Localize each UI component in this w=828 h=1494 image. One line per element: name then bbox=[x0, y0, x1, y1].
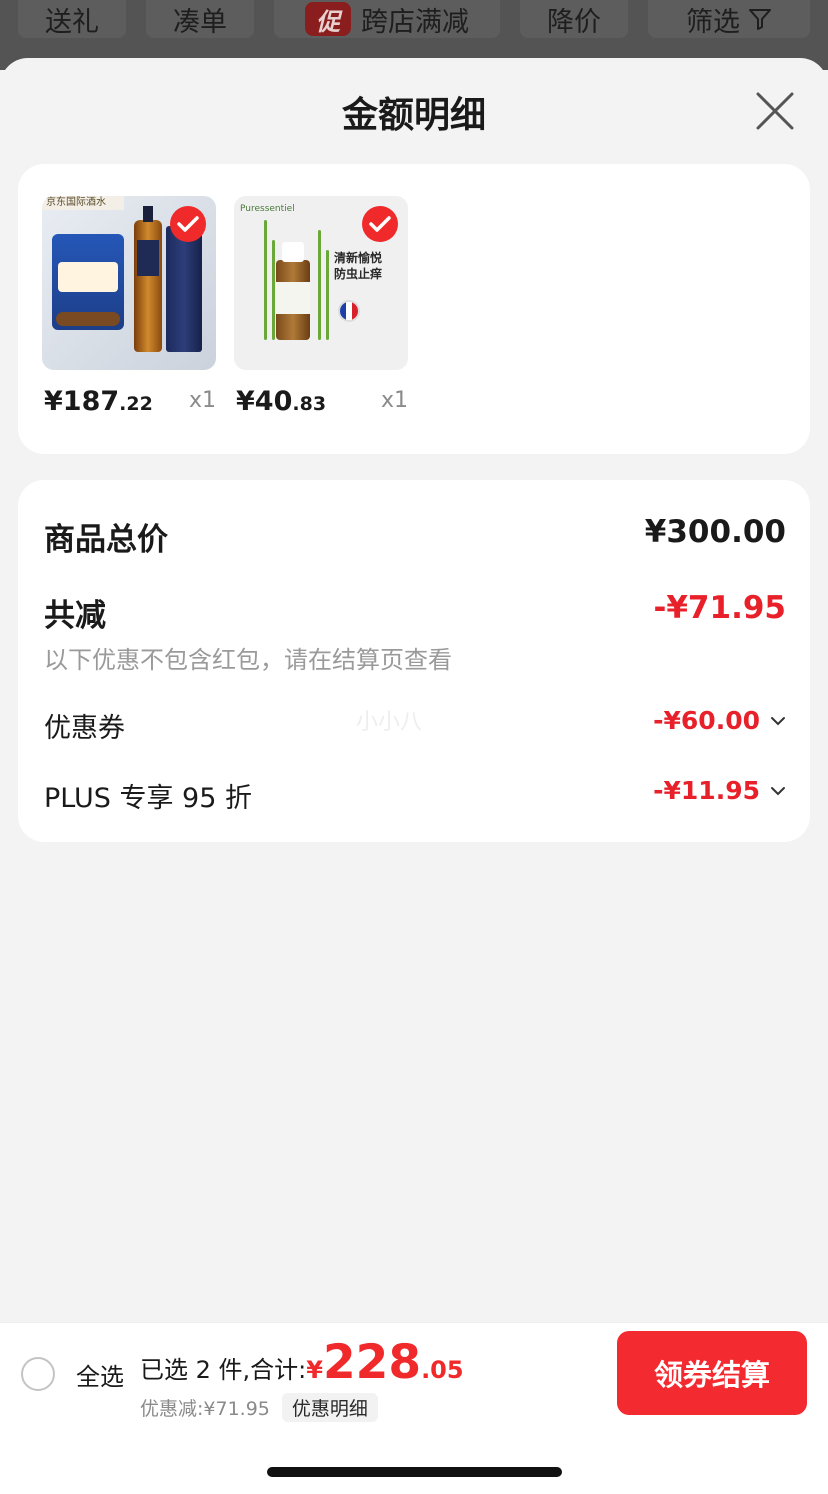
filter-screen[interactable]: 筛选 bbox=[648, 0, 810, 38]
product-price: ¥187.22 bbox=[44, 386, 153, 417]
plus-label: PLUS 专享 95 折 bbox=[44, 783, 252, 814]
product-price: ¥40.83 bbox=[236, 386, 327, 417]
discount-detail-button[interactable]: 优惠明细 bbox=[281, 1393, 378, 1422]
filter-gift[interactable]: 送礼 bbox=[18, 0, 126, 38]
select-all-radio[interactable] bbox=[21, 1357, 55, 1391]
chevron-down-icon bbox=[771, 786, 785, 795]
funnel-icon bbox=[749, 9, 771, 30]
product-art-text: 清新愉悦 防虫止痒 bbox=[334, 251, 383, 281]
plus-row[interactable]: PLUS 专享 95 折 -¥11.95 bbox=[44, 776, 786, 814]
select-all-label[interactable]: 全选 bbox=[76, 1357, 124, 1392]
product-image[interactable]: Puressentiel 清新愉悦 防虫止痒 bbox=[234, 196, 408, 370]
selected-check-icon[interactable] bbox=[362, 206, 398, 242]
home-area bbox=[0, 1422, 828, 1494]
discount-text: 优惠减:¥71.95 bbox=[140, 1398, 270, 1420]
total-amount: 228 bbox=[322, 1335, 422, 1390]
reduce-value: -¥71.95 bbox=[653, 590, 787, 626]
selected-check-icon[interactable] bbox=[170, 206, 206, 242]
close-icon[interactable] bbox=[754, 90, 796, 132]
reduce-row: 共减 -¥71.95 bbox=[44, 590, 787, 634]
summary-card: 商品总价 ¥300.00 共减 -¥71.95 以下优惠不包含红包，请在结算页查… bbox=[18, 480, 810, 842]
product-banner: 京东国际酒水 bbox=[42, 196, 124, 210]
filter-price-drop-label: 降价 bbox=[547, 6, 601, 38]
selected-total: 已选 2 件,合计: ¥ 228 .05 bbox=[140, 1335, 464, 1390]
product-qty: x1 bbox=[380, 388, 408, 413]
promo-badge: 促 bbox=[305, 2, 351, 36]
reduce-note: 以下优惠不包含红包，请在结算页查看 bbox=[44, 646, 452, 674]
discount-line: 优惠减:¥71.95 优惠明细 bbox=[140, 1393, 378, 1422]
checkout-button[interactable]: 领券结算 bbox=[617, 1331, 807, 1415]
total-value: ¥300.00 bbox=[644, 514, 786, 550]
product-item[interactable]: Puressentiel 清新愉悦 防虫止痒 ¥40.83 x1 bbox=[234, 196, 408, 417]
product-image[interactable]: 京东国际酒水 bbox=[42, 196, 216, 370]
france-flag-icon bbox=[338, 300, 360, 322]
reduce-note-row: 以下优惠不包含红包，请在结算页查看 bbox=[44, 640, 786, 674]
total-label: 商品总价 bbox=[44, 522, 168, 558]
filter-screen-label: 筛选 bbox=[686, 6, 740, 38]
filter-bundle[interactable]: 凑单 bbox=[146, 0, 254, 38]
filter-cross-store[interactable]: 促 跨店满减 bbox=[274, 0, 500, 38]
amount-detail-sheet: 金额明细 京东国际酒水 ¥187.22 x1 Puressentiel 清新愉悦… bbox=[0, 58, 828, 1494]
sheet-title: 金额明细 bbox=[341, 95, 486, 136]
checkout-bar: 全选 已选 2 件,合计: ¥ 228 .05 优惠减:¥71.95 优惠明细 … bbox=[0, 1322, 828, 1423]
coupon-row[interactable]: 优惠券 -¥60.00 bbox=[44, 706, 786, 744]
filter-price-drop[interactable]: 降价 bbox=[520, 0, 628, 38]
home-indicator[interactable] bbox=[267, 1467, 562, 1477]
product-brand: Puressentiel bbox=[240, 204, 295, 214]
filter-cross-store-label: 跨店满减 bbox=[361, 6, 469, 38]
chevron-down-icon bbox=[771, 716, 785, 725]
total-row: 商品总价 ¥300.00 bbox=[44, 514, 786, 558]
coupon-value[interactable]: -¥60.00 bbox=[653, 706, 786, 735]
product-item[interactable]: 京东国际酒水 ¥187.22 x1 bbox=[42, 196, 216, 417]
reduce-label: 共减 bbox=[44, 598, 106, 634]
plus-value[interactable]: -¥11.95 bbox=[653, 776, 786, 805]
filter-bundle-label: 凑单 bbox=[173, 6, 227, 38]
products-card: 京东国际酒水 ¥187.22 x1 Puressentiel 清新愉悦 防虫止痒… bbox=[18, 164, 810, 454]
coupon-label: 优惠券 bbox=[44, 713, 125, 744]
product-qty: x1 bbox=[188, 388, 216, 413]
filter-gift-label: 送礼 bbox=[45, 6, 99, 38]
